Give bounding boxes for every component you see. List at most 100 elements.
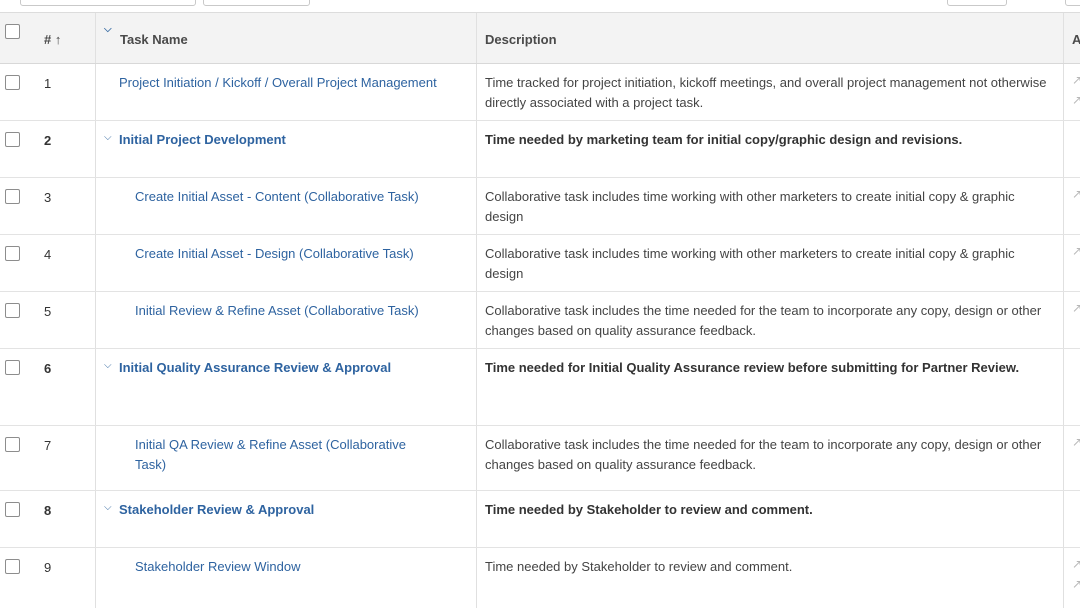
row-checkbox[interactable] — [5, 437, 20, 452]
row-select-cell — [0, 426, 28, 490]
table-row[interactable]: 2 ⌵ Initial Project Development Time nee… — [0, 121, 1080, 178]
row-checkbox[interactable] — [5, 189, 20, 204]
task-number-cell: 9 — [28, 548, 95, 608]
task-group-link[interactable]: Initial Quality Assurance Review & Appro… — [119, 358, 468, 378]
description-cell: Collaborative task includes time working… — [476, 235, 1063, 291]
task-number: 5 — [44, 304, 52, 319]
task-description: Time needed by marketing team for initia… — [485, 132, 963, 147]
description-cell: Time tracked for project initiation, kic… — [476, 64, 1063, 120]
table-row[interactable]: 4 Create Initial Asset - Design (Collabo… — [0, 235, 1080, 292]
select-all-checkbox[interactable] — [5, 24, 20, 39]
column-header-number[interactable]: # ↑ — [28, 13, 95, 63]
description-cell: Time needed by marketing team for initia… — [476, 121, 1063, 177]
diagonal-arrow-icon[interactable]: ↗ — [1072, 187, 1080, 201]
task-number-cell: 3 — [28, 178, 95, 234]
task-name-cell: ⌵ Stakeholder Review & Approval — [95, 491, 476, 547]
row-checkbox[interactable] — [5, 303, 20, 318]
column-header-extra[interactable]: A — [1063, 13, 1080, 63]
table-row[interactable]: 5 Initial Review & Refine Asset (Collabo… — [0, 292, 1080, 349]
task-number-cell: 6 — [28, 349, 95, 425]
task-number: 9 — [44, 560, 52, 575]
row-checkbox[interactable] — [5, 246, 20, 261]
task-number-cell: 1 — [28, 64, 95, 120]
task-grid: # ↑ ⌵ Task Name Description A 1 Project … — [0, 13, 1080, 608]
table-row[interactable]: 6 ⌵ Initial Quality Assurance Review & A… — [0, 349, 1080, 426]
row-checkbox[interactable] — [5, 132, 20, 147]
task-name-cell: ⌵ Initial Project Development — [95, 121, 476, 177]
task-number-cell: 7 — [28, 426, 95, 490]
diagonal-arrow-icon[interactable]: ↗ — [1072, 73, 1080, 87]
toolbar-input[interactable] — [20, 0, 196, 6]
task-name-cell: Stakeholder Review Window — [95, 548, 476, 608]
task-name-link[interactable]: Project Initiation / Kickoff / Overall P… — [119, 73, 468, 93]
toolbar-button[interactable] — [203, 0, 310, 6]
column-header-description-label: Description — [485, 32, 557, 47]
row-checkbox[interactable] — [5, 360, 20, 375]
extra-cell: ↗ — [1063, 178, 1080, 234]
column-header-task-name[interactable]: ⌵ Task Name — [95, 13, 476, 63]
row-select-cell — [0, 548, 28, 608]
task-number: 2 — [44, 133, 52, 148]
description-cell: Time needed for Initial Quality Assuranc… — [476, 349, 1063, 425]
column-header-task-name-label: Task Name — [120, 32, 188, 47]
extra-cell: ↗ — [1063, 426, 1080, 490]
task-description: Time needed by Stakeholder to review and… — [485, 502, 813, 517]
diagonal-arrow-icon[interactable]: ↗ — [1072, 244, 1080, 258]
chevron-down-icon[interactable]: ⌵ — [104, 132, 112, 143]
task-description: Collaborative task includes time working… — [485, 246, 1015, 281]
task-description: Collaborative task includes the time nee… — [485, 437, 1042, 472]
table-row[interactable]: 8 ⌵ Stakeholder Review & Approval Time n… — [0, 491, 1080, 548]
table-row[interactable]: 3 Create Initial Asset - Content (Collab… — [0, 178, 1080, 235]
task-group-link[interactable]: Initial Project Development — [119, 130, 468, 150]
task-number-cell: 2 — [28, 121, 95, 177]
toolbar-button-edge[interactable] — [1065, 0, 1080, 6]
description-cell: Collaborative task includes the time nee… — [476, 426, 1063, 490]
chevron-down-icon[interactable]: ⌵ — [104, 360, 112, 371]
extra-cell: ↗ — [1063, 235, 1080, 291]
description-cell: Time needed by Stakeholder to review and… — [476, 491, 1063, 547]
toolbar-strip — [0, 0, 1080, 13]
task-name-link[interactable]: Stakeholder Review Window — [135, 557, 468, 577]
description-cell: Time needed by Stakeholder to review and… — [476, 548, 1063, 608]
row-select-cell — [0, 491, 28, 547]
row-checkbox[interactable] — [5, 559, 20, 574]
column-header-number-label: # ↑ — [44, 32, 62, 47]
header-row: # ↑ ⌵ Task Name Description A — [0, 13, 1080, 64]
task-name-link[interactable]: Create Initial Asset - Design (Collabora… — [135, 244, 468, 264]
column-header-description[interactable]: Description — [476, 13, 1063, 63]
task-name-cell: ⌵ Initial Quality Assurance Review & App… — [95, 349, 476, 425]
toolbar-button-right[interactable] — [947, 0, 1007, 6]
select-all-cell — [0, 13, 28, 63]
task-description: Time needed for Initial Quality Assuranc… — [485, 360, 1020, 375]
task-number-cell: 4 — [28, 235, 95, 291]
row-checkbox[interactable] — [5, 502, 20, 517]
task-number: 6 — [44, 361, 52, 376]
diagonal-arrow-icon[interactable]: ↗ — [1072, 577, 1080, 591]
task-description: Collaborative task includes time working… — [485, 189, 1015, 224]
table-row[interactable]: 7 Initial QA Review & Refine Asset (Coll… — [0, 426, 1080, 491]
extra-cell — [1063, 121, 1080, 177]
task-name-link[interactable]: Create Initial Asset - Content (Collabor… — [135, 187, 468, 207]
extra-cell — [1063, 491, 1080, 547]
task-name-cell: Create Initial Asset - Content (Collabor… — [95, 178, 476, 234]
row-checkbox[interactable] — [5, 75, 20, 90]
chevron-down-icon[interactable]: ⌵ — [104, 502, 112, 513]
description-cell: Collaborative task includes the time nee… — [476, 292, 1063, 348]
row-select-cell — [0, 121, 28, 177]
task-name-link[interactable]: Initial QA Review & Refine Asset (Collab… — [135, 435, 436, 475]
description-cell: Collaborative task includes time working… — [476, 178, 1063, 234]
table-row[interactable]: 9 Stakeholder Review Window Time needed … — [0, 548, 1080, 608]
task-name-cell: Create Initial Asset - Design (Collabora… — [95, 235, 476, 291]
row-select-cell — [0, 235, 28, 291]
chevron-down-icon[interactable]: ⌵ — [104, 24, 112, 35]
table-row[interactable]: 1 Project Initiation / Kickoff / Overall… — [0, 64, 1080, 121]
diagonal-arrow-icon[interactable]: ↗ — [1072, 93, 1080, 107]
diagonal-arrow-icon[interactable]: ↗ — [1072, 435, 1080, 449]
task-number: 4 — [44, 247, 52, 262]
extra-cell: ↗ — [1063, 292, 1080, 348]
task-name-link[interactable]: Initial Review & Refine Asset (Collabora… — [135, 301, 468, 321]
task-group-link[interactable]: Stakeholder Review & Approval — [119, 500, 468, 520]
diagonal-arrow-icon[interactable]: ↗ — [1072, 557, 1080, 571]
task-name-cell: Project Initiation / Kickoff / Overall P… — [95, 64, 476, 120]
diagonal-arrow-icon[interactable]: ↗ — [1072, 301, 1080, 315]
